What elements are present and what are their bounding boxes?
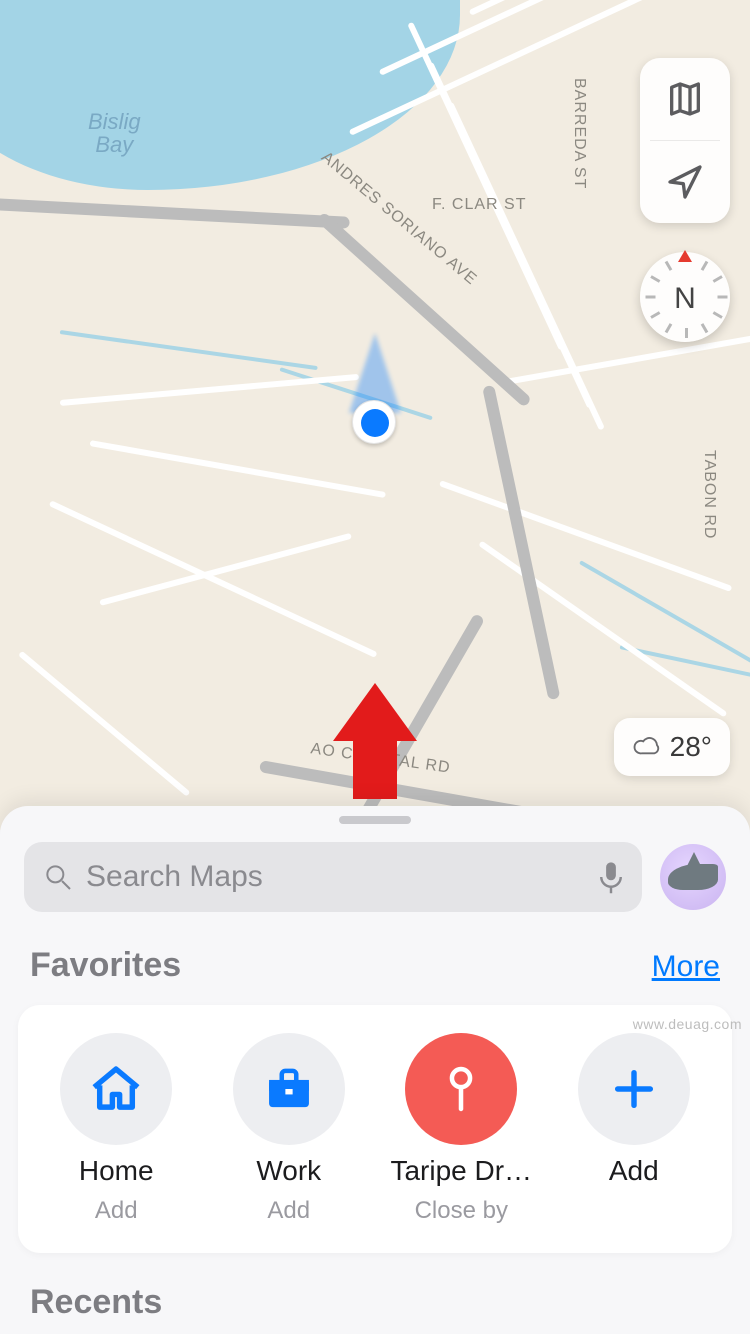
favorite-add[interactable]: Add [548, 1033, 721, 1225]
favorites-more-link[interactable]: More [652, 950, 720, 984]
sheet-grabber[interactable] [339, 816, 411, 824]
street-label: F. CLAR ST [432, 196, 526, 214]
favorites-header: Favorites More [0, 912, 750, 997]
pin-icon [432, 1060, 490, 1118]
search-placeholder: Search Maps [86, 860, 586, 894]
road [439, 480, 732, 592]
favorite-home[interactable]: Home Add [30, 1033, 203, 1225]
recents-title: Recents [0, 1253, 750, 1322]
favorite-label: Taripe Dr… [390, 1155, 532, 1187]
plus-icon [605, 1060, 663, 1118]
favorite-label: Work [256, 1155, 321, 1187]
river [60, 330, 318, 370]
shark-icon [668, 864, 718, 890]
compass-button[interactable]: N [640, 252, 730, 342]
search-input[interactable]: Search Maps [24, 842, 642, 912]
map-mode-button[interactable] [640, 58, 730, 140]
search-icon [42, 861, 74, 893]
cloud-icon [632, 732, 662, 762]
locate-me-button[interactable] [640, 141, 730, 223]
microphone-icon[interactable] [598, 860, 624, 894]
road [478, 541, 727, 718]
road [18, 651, 190, 797]
temperature-value: 28° [670, 731, 712, 763]
favorite-home-circle [60, 1033, 172, 1145]
house-icon [87, 1060, 145, 1118]
road [49, 500, 378, 658]
road [499, 335, 750, 386]
favorite-label: Home [79, 1155, 154, 1187]
main-road [482, 385, 560, 701]
watermark: www.deuag.com [633, 1016, 742, 1032]
map-canvas[interactable]: Bislig Bay ANDRES SORIANO AVE BARREDA ST… [0, 0, 750, 830]
favorite-work[interactable]: Work Add [203, 1033, 376, 1225]
favorite-pinned[interactable]: Taripe Dr… Close by [375, 1033, 548, 1225]
favorite-sub: Add [267, 1197, 310, 1225]
favorite-sub: Close by [415, 1197, 508, 1225]
main-road [0, 198, 350, 229]
road [60, 374, 359, 406]
compass-ticks [640, 252, 730, 342]
location-arrow-icon [665, 162, 705, 202]
road [89, 440, 385, 498]
favorites-title: Favorites [30, 946, 181, 985]
favorite-add-circle [578, 1033, 690, 1145]
map-controls [640, 58, 730, 223]
street-label: TABON RD [700, 450, 718, 539]
favorite-sub: Add [95, 1197, 138, 1225]
river [579, 560, 750, 663]
profile-avatar[interactable] [660, 844, 726, 910]
briefcase-icon [260, 1060, 318, 1118]
favorites-card: Home Add Work Add Taripe Dr… Close by Ad… [18, 1005, 732, 1253]
bay-label: Bislig Bay [88, 110, 141, 156]
bottom-sheet[interactable]: Search Maps Favorites More Home Add Work… [0, 806, 750, 1334]
water-shape [0, 0, 460, 190]
current-location-dot [352, 400, 396, 444]
street-label: BARREDA ST [570, 78, 588, 189]
favorite-pinned-circle [405, 1033, 517, 1145]
favorite-label: Add [609, 1155, 659, 1187]
weather-chip[interactable]: 28° [614, 718, 730, 776]
favorite-work-circle [233, 1033, 345, 1145]
map-icon [665, 79, 705, 119]
